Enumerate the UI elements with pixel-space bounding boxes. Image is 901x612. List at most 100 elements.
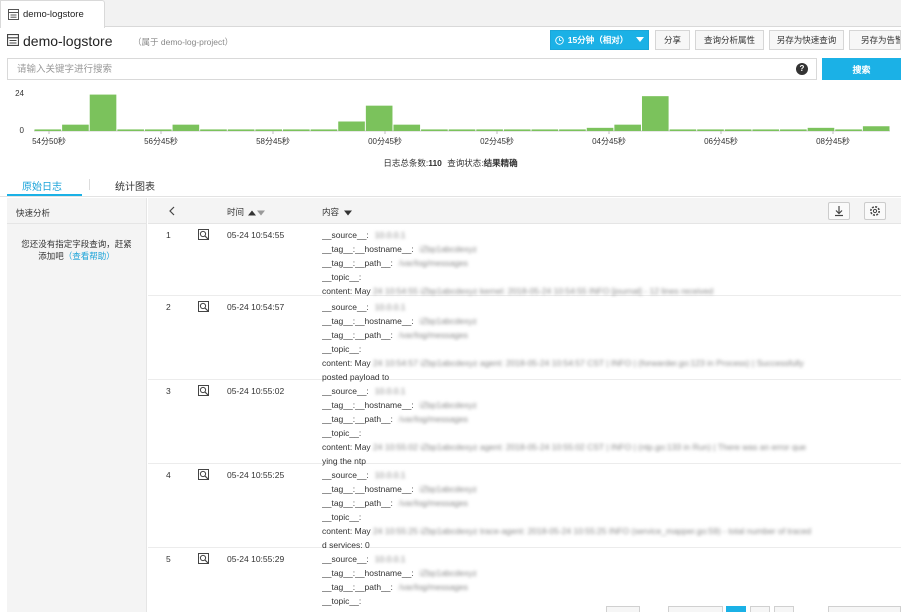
column-time-label: 时间: [227, 207, 245, 217]
row-content: __source__: 10.0.0.1 __tag__:__hostname__:…: [322, 552, 892, 608]
histogram-bar[interactable]: [503, 129, 531, 131]
field-key: __topic__:: [322, 272, 362, 282]
histogram-bar[interactable]: [255, 129, 283, 131]
field-value: /var/log/messages: [398, 330, 468, 340]
context-browse-icon[interactable]: [198, 385, 210, 397]
field-path: __tag__:__path__: /var/log/messages: [322, 496, 892, 510]
caret-down-icon: [344, 210, 353, 216]
histogram-bar[interactable]: [144, 129, 172, 131]
content-value: 24 10:55:25 iZbp1abcdexyz trace-agent: 2…: [370, 526, 812, 536]
gear-icon: [870, 206, 880, 216]
tab-demo-logstore[interactable]: demo-logstore: [0, 0, 105, 28]
histogram-bar[interactable]: [172, 124, 200, 131]
histogram-bar[interactable]: [365, 105, 393, 131]
search-button[interactable]: 搜索: [822, 58, 901, 80]
tab-raw-logs[interactable]: 原始日志: [22, 178, 62, 193]
histogram-bar[interactable]: [531, 129, 559, 131]
quick-analysis-title: 快速分析: [7, 198, 146, 224]
context-browse-icon[interactable]: [198, 301, 210, 313]
histogram-bar[interactable]: [862, 126, 890, 131]
histogram-bar[interactable]: [669, 129, 697, 131]
field-value: 10.0.0.1: [374, 302, 406, 312]
empty-message-line2: 添加吧: [38, 251, 64, 261]
save-quick-query-button[interactable]: 另存为快速查询: [769, 30, 844, 50]
page-size-select[interactable]: [606, 606, 640, 612]
page-button-current[interactable]: [726, 606, 746, 612]
page-button[interactable]: [774, 606, 794, 612]
sort-icon[interactable]: [248, 210, 266, 216]
histogram-bar[interactable]: [807, 127, 835, 131]
histogram-bar[interactable]: [393, 124, 421, 131]
x-tick-label: 56分45秒: [144, 136, 178, 146]
field-content: content: May 24 10:54:57 iZbp1abcdexyz a…: [322, 356, 892, 370]
next-page-button[interactable]: [828, 606, 901, 612]
histogram-bar[interactable]: [752, 129, 780, 131]
context-browse-icon[interactable]: [198, 229, 210, 241]
time-range-button[interactable]: 15分钟（相对）: [550, 30, 649, 50]
view-help-link[interactable]: （查看帮助）: [64, 251, 115, 261]
histogram-bar[interactable]: [421, 129, 448, 131]
prev-page-button[interactable]: [668, 606, 723, 612]
table-row: 1 05-24 10:54:55 __source__: 10.0.0.1 __tag_…: [148, 224, 901, 296]
table-row: 2 05-24 10:54:57 __source__: 10.0.0.1 __tag_…: [148, 296, 901, 382]
histogram-bar[interactable]: [586, 127, 614, 131]
tab-divider: [89, 179, 90, 190]
result-tabs: 原始日志 统计图表: [0, 170, 901, 197]
log-histogram[interactable]: 24 0 54分50秒 56分45秒 58分45秒 00分45秒 02分45秒 04分45秒 0…: [0, 84, 901, 154]
header: demo-logstore （属于 demo-log-project）: [0, 28, 901, 53]
histogram-bar[interactable]: [62, 124, 89, 131]
field-key: __tag__:__path__:: [322, 258, 393, 268]
search-input[interactable]: [8, 59, 768, 79]
histogram-bar[interactable]: [338, 121, 365, 132]
histogram-bar[interactable]: [614, 124, 641, 131]
x-tick-label: 08分45秒: [816, 136, 850, 146]
content-start: May: [354, 442, 371, 452]
page-title: demo-logstore: [23, 33, 113, 49]
histogram-bar[interactable]: [89, 94, 117, 131]
histogram-bar[interactable]: [310, 129, 338, 131]
histogram-bar[interactable]: [724, 129, 752, 131]
chevron-left-icon[interactable]: [168, 206, 176, 216]
query-summary: 日志总条数:110 查询状态:结果精确: [0, 157, 901, 169]
context-browse-icon[interactable]: [198, 469, 210, 481]
histogram-bar[interactable]: [641, 96, 669, 131]
help-icon[interactable]: ?: [796, 63, 808, 75]
histogram-bar[interactable]: [34, 129, 62, 131]
histogram-bar[interactable]: [227, 129, 255, 131]
field-value: iZbp1abcdexyz: [419, 400, 477, 410]
x-tick-label: 00分45秒: [368, 136, 402, 146]
histogram-bar[interactable]: [780, 129, 807, 131]
column-content-header[interactable]: 内容: [322, 206, 353, 218]
histogram-bar[interactable]: [283, 129, 310, 131]
histogram-bar[interactable]: [117, 129, 144, 131]
histogram-bar[interactable]: [697, 129, 724, 131]
time-range-label: 15分钟（相对）: [567, 35, 629, 45]
field-content: content: May 24 10:55:25 iZbp1abcdexyz t…: [322, 524, 892, 538]
field-key: __tag__:__path__:: [322, 330, 393, 340]
settings-button[interactable]: [864, 202, 886, 220]
histogram-bar[interactable]: [835, 129, 862, 131]
field-value: /var/log/messages: [398, 414, 468, 424]
context-browse-icon[interactable]: [198, 553, 210, 565]
download-button[interactable]: [828, 202, 850, 220]
histogram-bar[interactable]: [476, 129, 503, 131]
field-source: __source__: 10.0.0.1: [322, 384, 892, 398]
query-attributes-button[interactable]: 查询分析属性: [695, 30, 764, 50]
histogram-bar[interactable]: [200, 129, 227, 131]
query-status-label: 查询状态:: [447, 158, 484, 168]
share-button[interactable]: 分享: [655, 30, 690, 50]
table-row: 3 05-24 10:55:02 __source__: 10.0.0.1 __tag_…: [148, 380, 901, 466]
histogram-bar[interactable]: [448, 129, 476, 131]
histogram-bar[interactable]: [559, 129, 586, 131]
content-value: 24 10:54:55 iZbp1abcdexyz kernel: 2018-0…: [370, 286, 714, 296]
field-hostname: __tag__:__hostname__: iZbp1abcdexyz: [322, 482, 892, 496]
content-start: May: [354, 286, 371, 296]
save-alert-button[interactable]: 另存为告警: [849, 30, 901, 50]
field-key: __topic__:: [322, 428, 362, 438]
page-button[interactable]: [750, 606, 770, 612]
tab-statistics-chart[interactable]: 统计图表: [115, 178, 155, 193]
column-time-header[interactable]: 时间: [227, 206, 266, 218]
field-value: 10.0.0.1: [374, 386, 406, 396]
field-key: __source__:: [322, 386, 369, 396]
field-source: __source__: 10.0.0.1: [322, 300, 892, 314]
